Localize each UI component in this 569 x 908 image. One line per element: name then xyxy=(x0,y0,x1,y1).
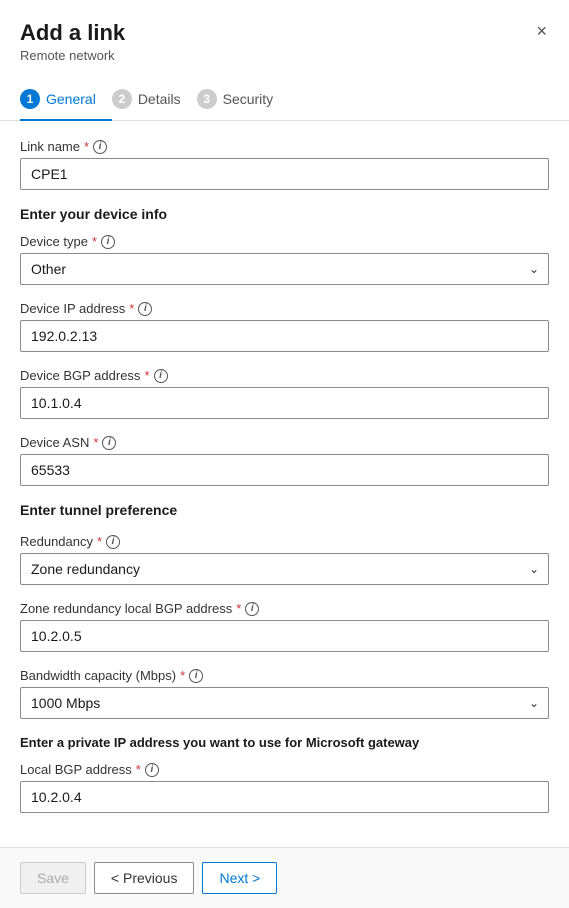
bandwidth-group: Bandwidth capacity (Mbps) * i 500 Mbps 1… xyxy=(20,668,549,719)
redundancy-select[interactable]: Zone redundancy No redundancy xyxy=(20,553,549,585)
device-asn-info-icon[interactable]: i xyxy=(102,436,116,450)
device-type-group: Device type * i Other Cisco Juniper Palo… xyxy=(20,234,549,285)
device-ip-input[interactable] xyxy=(20,320,549,352)
redundancy-label: Redundancy * i xyxy=(20,534,549,549)
local-bgp-input[interactable] xyxy=(20,781,549,813)
link-name-group: Link name * i xyxy=(20,139,549,190)
device-asn-label: Device ASN * i xyxy=(20,435,549,450)
device-ip-group: Device IP address * i xyxy=(20,301,549,352)
link-name-info-icon[interactable]: i xyxy=(93,140,107,154)
device-bgp-label: Device BGP address * i xyxy=(20,368,549,383)
private-ip-note: Enter a private IP address you want to u… xyxy=(20,735,549,750)
tab-security-number: 3 xyxy=(197,89,217,109)
device-bgp-input[interactable] xyxy=(20,387,549,419)
device-info-heading: Enter your device info xyxy=(20,206,549,222)
redundancy-info-icon[interactable]: i xyxy=(106,535,120,549)
tab-details[interactable]: 2 Details xyxy=(112,79,197,121)
device-type-select[interactable]: Other Cisco Juniper Palo Alto Fortinet xyxy=(20,253,549,285)
zone-bgp-group: Zone redundancy local BGP address * i xyxy=(20,601,549,652)
tab-general[interactable]: 1 General xyxy=(20,79,112,121)
redundancy-group: Redundancy * i Zone redundancy No redund… xyxy=(20,534,549,585)
dialog-header: Add a link Remote network × xyxy=(0,0,569,79)
device-asn-group: Device ASN * i xyxy=(20,435,549,486)
tab-security-label: Security xyxy=(223,91,274,107)
device-bgp-group: Device BGP address * i xyxy=(20,368,549,419)
dialog-title: Add a link xyxy=(20,20,549,46)
add-link-dialog: Add a link Remote network × 1 General 2 … xyxy=(0,0,569,908)
device-type-label: Device type * i xyxy=(20,234,549,249)
tab-details-number: 2 xyxy=(112,89,132,109)
dialog-subtitle: Remote network xyxy=(20,48,549,63)
link-name-required: * xyxy=(84,139,89,154)
close-button[interactable]: × xyxy=(532,18,551,44)
bandwidth-label: Bandwidth capacity (Mbps) * i xyxy=(20,668,549,683)
tab-general-number: 1 xyxy=(20,89,40,109)
local-bgp-label: Local BGP address * i xyxy=(20,762,549,777)
link-name-input[interactable] xyxy=(20,158,549,190)
dialog-body: Link name * i Enter your device info Dev… xyxy=(0,121,569,847)
device-type-select-wrapper: Other Cisco Juniper Palo Alto Fortinet ⌄ xyxy=(20,253,549,285)
bandwidth-required: * xyxy=(180,668,185,683)
bandwidth-info-icon[interactable]: i xyxy=(189,669,203,683)
tab-general-label: General xyxy=(46,91,96,107)
device-asn-input[interactable] xyxy=(20,454,549,486)
zone-bgp-required: * xyxy=(236,601,241,616)
local-bgp-group: Local BGP address * i xyxy=(20,762,549,813)
tab-security[interactable]: 3 Security xyxy=(197,79,290,121)
link-name-label: Link name * i xyxy=(20,139,549,154)
device-type-required: * xyxy=(92,234,97,249)
dialog-footer: Save < Previous Next > xyxy=(0,847,569,908)
redundancy-select-wrapper: Zone redundancy No redundancy ⌄ xyxy=(20,553,549,585)
device-bgp-info-icon[interactable]: i xyxy=(154,369,168,383)
bandwidth-select-wrapper: 500 Mbps 1000 Mbps 2000 Mbps 5000 Mbps ⌄ xyxy=(20,687,549,719)
zone-bgp-input[interactable] xyxy=(20,620,549,652)
redundancy-required: * xyxy=(97,534,102,549)
local-bgp-info-icon[interactable]: i xyxy=(145,763,159,777)
device-bgp-required: * xyxy=(144,368,149,383)
device-type-info-icon[interactable]: i xyxy=(101,235,115,249)
tab-details-label: Details xyxy=(138,91,181,107)
bandwidth-select[interactable]: 500 Mbps 1000 Mbps 2000 Mbps 5000 Mbps xyxy=(20,687,549,719)
zone-bgp-label: Zone redundancy local BGP address * i xyxy=(20,601,549,616)
device-ip-label: Device IP address * i xyxy=(20,301,549,316)
device-ip-info-icon[interactable]: i xyxy=(138,302,152,316)
tab-bar: 1 General 2 Details 3 Security xyxy=(0,79,569,121)
device-asn-required: * xyxy=(93,435,98,450)
zone-bgp-info-icon[interactable]: i xyxy=(245,602,259,616)
local-bgp-required: * xyxy=(136,762,141,777)
tunnel-preference-heading: Enter tunnel preference xyxy=(20,502,549,518)
device-ip-required: * xyxy=(129,301,134,316)
